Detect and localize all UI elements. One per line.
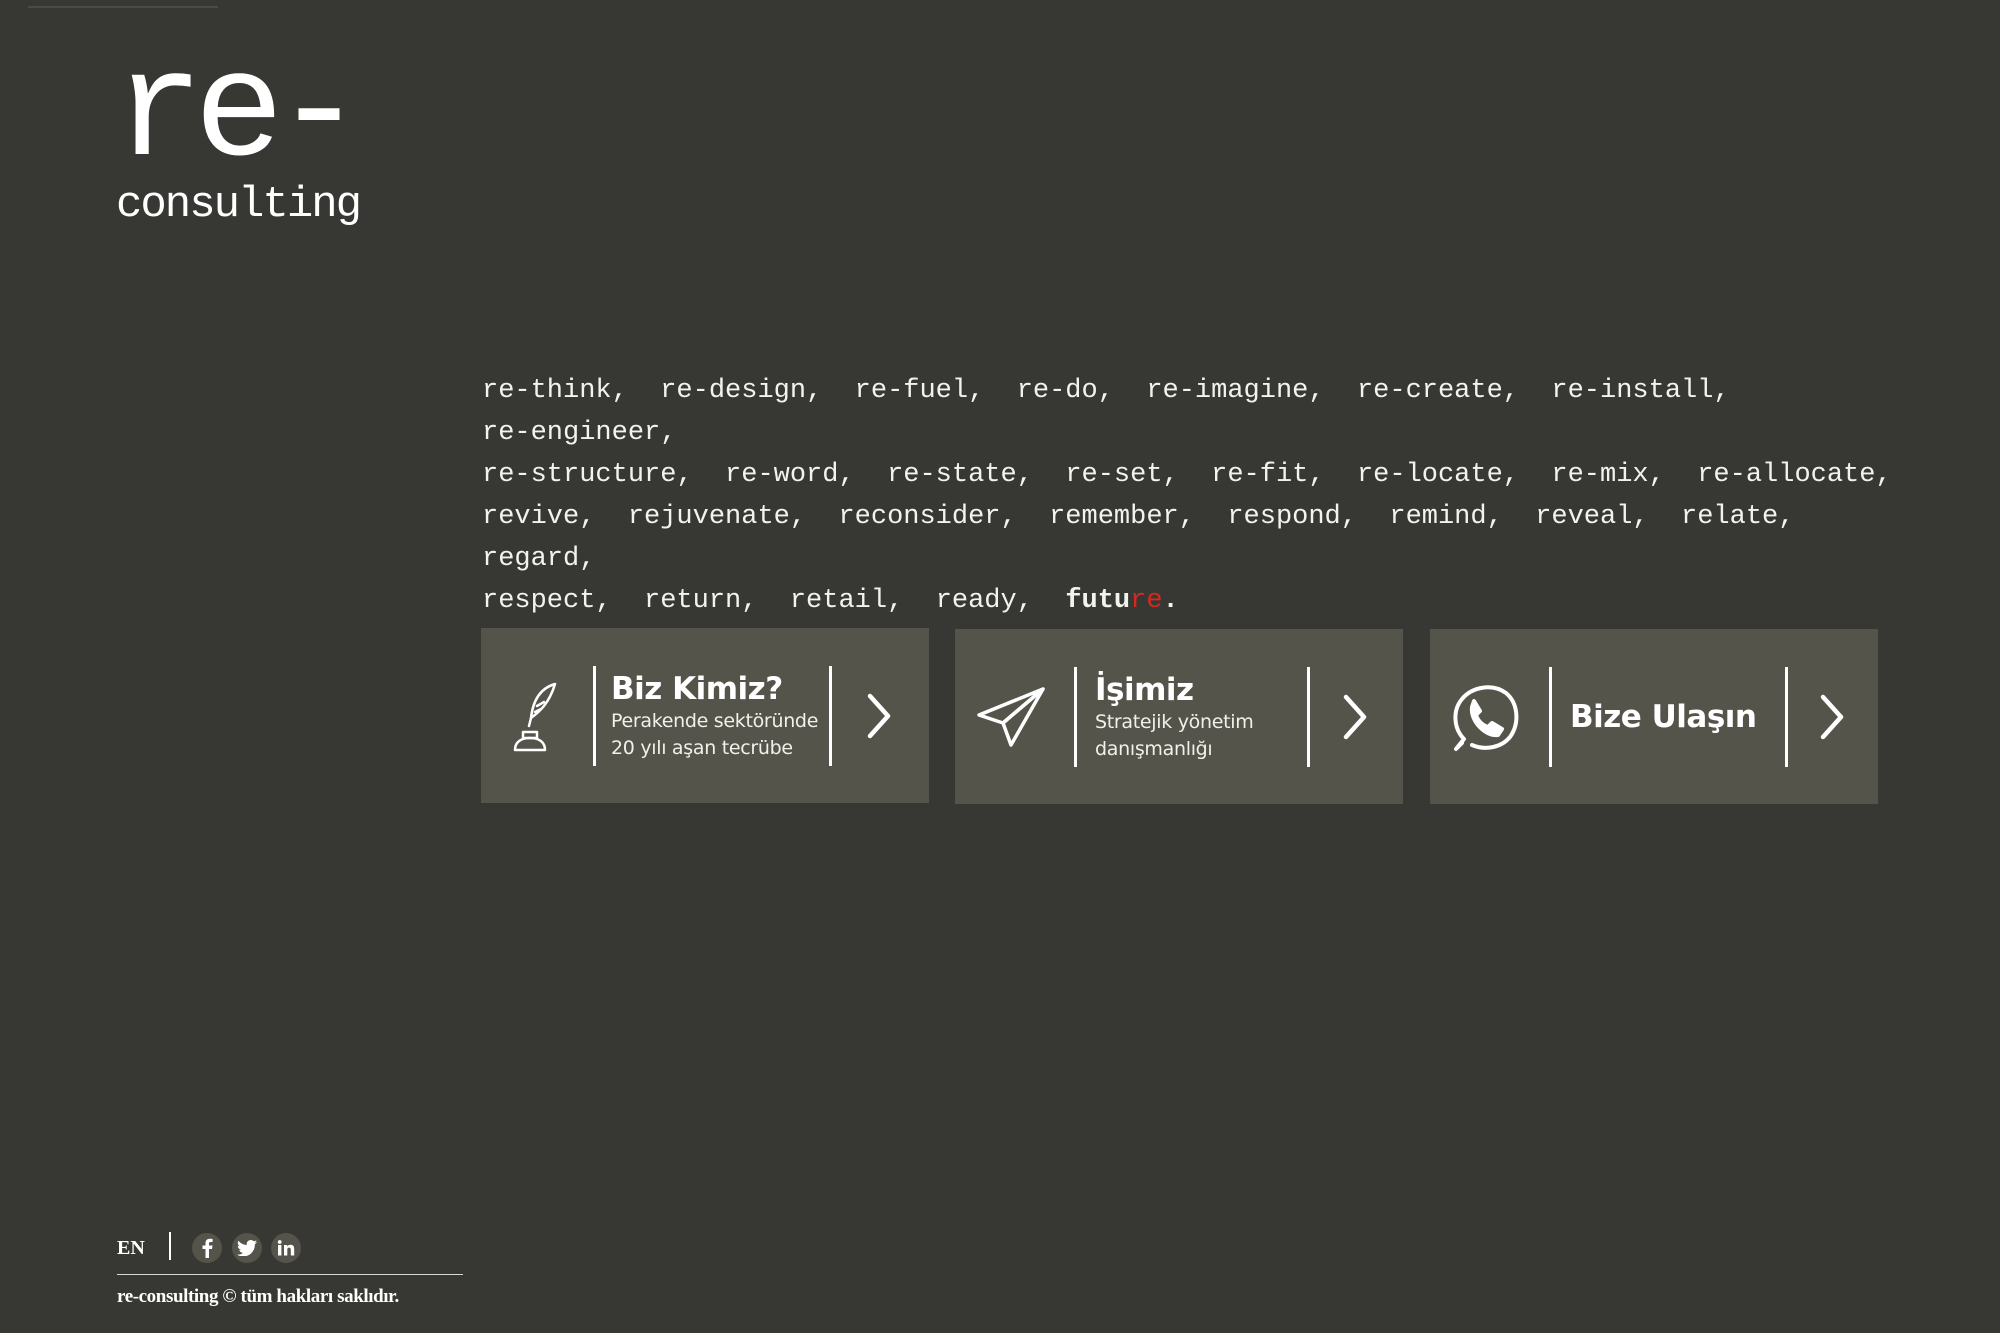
tagline-word: re-state xyxy=(887,460,1017,490)
tagline-future-word: future. xyxy=(1065,586,1178,616)
tagline-word: re-do xyxy=(1016,376,1098,406)
tagline-word: respond xyxy=(1227,502,1341,532)
tagline-word: remind xyxy=(1389,502,1487,532)
tagline-word: re-locate xyxy=(1356,460,1503,490)
tagline-word: remember xyxy=(1049,502,1179,532)
card-divider xyxy=(1785,667,1788,767)
linkedin-icon[interactable] xyxy=(271,1233,301,1263)
card-title: İşimiz xyxy=(1095,671,1194,708)
quill-inkwell-icon xyxy=(481,628,593,803)
card-subtitle-line1: Perakende sektöründe xyxy=(611,709,819,732)
tagline-word: re-imagine xyxy=(1146,376,1309,406)
tagline-word: re-structure xyxy=(482,460,677,490)
footer-divider xyxy=(169,1232,171,1260)
tagline-word: revive xyxy=(482,502,580,532)
tagline-words: re-think, re-design, re-fuel, re-do, re-… xyxy=(482,376,1908,616)
chevron-right-icon[interactable] xyxy=(1802,629,1862,804)
tagline-word: re-fit xyxy=(1211,460,1309,490)
paper-plane-icon xyxy=(955,629,1067,804)
tagline-word: re-design xyxy=(660,376,807,406)
card-divider xyxy=(593,666,596,766)
tagline-word: return xyxy=(644,586,742,616)
tagline-word: re-think xyxy=(482,376,612,406)
future-prefix: futu xyxy=(1065,586,1131,616)
language-switch[interactable]: EN xyxy=(117,1237,145,1260)
card-title: Bize Ulaşın xyxy=(1570,698,1757,735)
card-text: İşimiz Stratejik yönetim danışmanlığı xyxy=(1095,629,1254,804)
card-text: Bize Ulaşın xyxy=(1570,629,1757,804)
future-accent: re xyxy=(1130,586,1163,616)
card-text: Biz Kimiz? Perakende sektöründe 20 yılı … xyxy=(611,628,818,803)
tagline-word: re-fuel xyxy=(854,376,969,406)
logo-consulting-text: consulting xyxy=(116,180,362,230)
logo-re-text: re- xyxy=(114,30,364,200)
card-divider xyxy=(1074,667,1077,767)
card-divider xyxy=(1307,667,1310,767)
copyright-text: re-consulting © tüm hakları saklıdır. xyxy=(117,1286,399,1307)
tagline-word: respect xyxy=(482,586,596,616)
tagline-word: regard xyxy=(482,544,580,574)
twitter-icon[interactable] xyxy=(232,1233,262,1263)
card-subtitle-line1: Stratejik yönetim xyxy=(1095,710,1254,733)
card-title: Biz Kimiz? xyxy=(611,670,783,707)
card-subtitle-line2: 20 yılı aşan tecrübe xyxy=(611,736,793,759)
footer-rule xyxy=(117,1274,463,1275)
tagline-word: reconsider xyxy=(838,502,1001,532)
tagline-word: ready xyxy=(935,586,1017,616)
tagline-word: re-allocate xyxy=(1697,460,1876,490)
card-divider xyxy=(829,666,832,766)
tagline-word: re-create xyxy=(1356,376,1503,406)
tagline-word: retail xyxy=(789,586,888,616)
tagline-word: re-mix xyxy=(1551,460,1649,490)
tagline-word: rejuvenate xyxy=(627,502,790,532)
card-biz-kimiz[interactable]: Biz Kimiz? Perakende sektöründe 20 yılı … xyxy=(481,628,929,803)
tagline-word: re-word xyxy=(725,460,839,490)
tagline-word: reveal xyxy=(1535,502,1633,532)
tagline-word: re-set xyxy=(1065,460,1163,490)
facebook-icon[interactable] xyxy=(192,1233,222,1263)
tagline-word: relate xyxy=(1681,502,1779,532)
chevron-right-icon[interactable] xyxy=(849,628,909,803)
logo[interactable]: re- consulting xyxy=(114,30,374,230)
phone-icon xyxy=(1430,629,1542,804)
chevron-right-icon[interactable] xyxy=(1325,629,1385,804)
card-isimiz[interactable]: İşimiz Stratejik yönetim danışmanlığı xyxy=(955,629,1403,804)
future-punct: . xyxy=(1162,586,1179,616)
card-subtitle-line2: danışmanlığı xyxy=(1095,737,1213,760)
tagline-word: re-install xyxy=(1551,376,1714,406)
top-divider xyxy=(28,6,218,8)
tagline-word: re-engineer xyxy=(482,418,661,448)
card-bize-ulasin[interactable]: Bize Ulaşın xyxy=(1430,629,1878,804)
card-divider xyxy=(1549,667,1552,767)
